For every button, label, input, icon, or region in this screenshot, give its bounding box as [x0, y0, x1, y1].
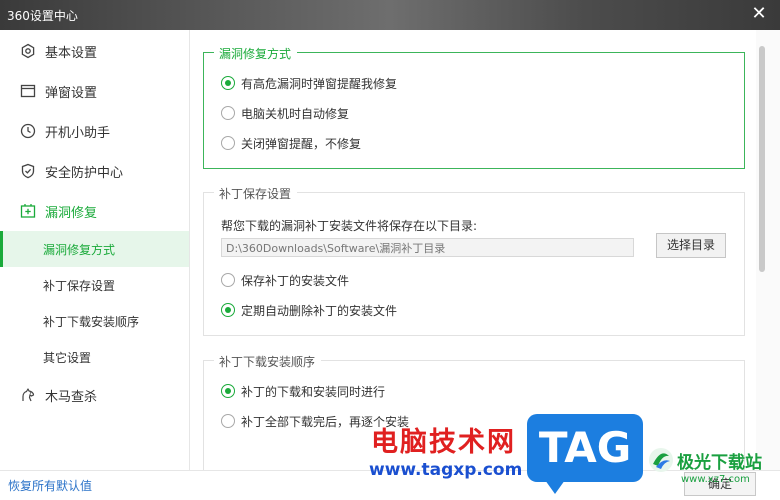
radio-label: 关闭弹窗提醒，不修复	[241, 136, 362, 151]
radio-no-prompt[interactable]: 关闭弹窗提醒，不修复	[221, 134, 361, 152]
horse-icon	[19, 386, 37, 404]
radio-label: 电脑关机时自动修复	[241, 106, 350, 121]
patch-save-description: 帮您下载的漏洞补丁安装文件将保存在以下目录:	[221, 219, 478, 233]
radio-label: 补丁的下载和安装同时进行	[241, 384, 386, 399]
sidebar-subitem-label: 补丁下载安装顺序	[43, 314, 140, 329]
radio-high-risk-prompt[interactable]: 有高危漏洞时弹窗提醒我修复	[221, 74, 397, 92]
radio-button[interactable]	[221, 76, 235, 90]
scrollbar-thumb[interactable]	[759, 46, 765, 272]
ok-button[interactable]: 确定	[684, 472, 756, 496]
sidebar-item-label: 开机小助手	[45, 125, 111, 141]
radio-download-then-install[interactable]: 补丁全部下载完后，再逐个安装	[221, 412, 409, 430]
group-title: 漏洞修复方式	[214, 45, 298, 62]
sidebar-subitem-other-settings[interactable]: 其它设置	[0, 339, 189, 375]
repair-mode-group: 漏洞修复方式 有高危漏洞时弹窗提醒我修复 电脑关机时自动修复 关闭弹窗提醒，不修…	[203, 45, 745, 169]
plus-square-icon	[19, 202, 37, 220]
sidebar-item-label: 基本设置	[45, 45, 98, 61]
hexagon-gear-icon	[19, 42, 37, 60]
sidebar-item-boot-assistant[interactable]: 开机小助手	[0, 112, 189, 150]
radio-button[interactable]	[221, 303, 235, 317]
title-bar: 360设置中心 ✕	[0, 0, 780, 30]
close-icon[interactable]: ✕	[748, 3, 770, 25]
sidebar-item-trojan-scan[interactable]: 木马查杀	[0, 376, 189, 414]
radio-button[interactable]	[221, 384, 235, 398]
sidebar-item-popup-settings[interactable]: 弹窗设置	[0, 72, 189, 110]
settings-content: 漏洞修复方式 有高危漏洞时弹窗提醒我修复 电脑关机时自动修复 关闭弹窗提醒，不修…	[191, 30, 754, 470]
patch-save-group: 补丁保存设置 帮您下载的漏洞补丁安装文件将保存在以下目录: 选择目录 保存补丁的…	[203, 185, 745, 336]
sidebar-subitem-repair-mode[interactable]: 漏洞修复方式	[0, 231, 189, 267]
footer-bar: 恢复所有默认值 确定	[0, 470, 780, 500]
sidebar-subitem-download-order[interactable]: 补丁下载安装顺序	[0, 303, 189, 339]
radio-button[interactable]	[221, 106, 235, 120]
sidebar-item-label: 安全防护中心	[45, 165, 124, 181]
radio-label: 有高危漏洞时弹窗提醒我修复	[241, 76, 398, 91]
clock-icon	[19, 122, 37, 140]
sidebar-subitem-label: 其它设置	[43, 350, 92, 365]
restore-defaults-link[interactable]: 恢复所有默认值	[8, 477, 92, 494]
patch-path-field[interactable]	[221, 238, 634, 257]
choose-directory-button[interactable]: 选择目录	[656, 233, 726, 258]
radio-label: 定期自动删除补丁的安装文件	[241, 303, 398, 318]
radio-download-install-parallel[interactable]: 补丁的下载和安装同时进行	[221, 382, 385, 400]
sidebar: 基本设置 弹窗设置 开机小助手 安全防护中心 漏洞修复 漏洞修复方式 补丁保存设…	[0, 30, 190, 470]
sidebar-item-label: 木马查杀	[45, 389, 98, 405]
sidebar-subitem-patch-save[interactable]: 补丁保存设置	[0, 267, 189, 303]
shield-icon	[19, 162, 37, 180]
group-title: 补丁下载安装顺序	[214, 353, 322, 370]
radio-button[interactable]	[221, 414, 235, 428]
radio-label: 保存补丁的安装文件	[241, 273, 350, 288]
radio-button[interactable]	[221, 273, 235, 287]
radio-auto-delete-patch-files[interactable]: 定期自动删除补丁的安装文件	[221, 301, 397, 319]
vertical-scrollbar[interactable]	[756, 30, 780, 470]
sidebar-item-security-center[interactable]: 安全防护中心	[0, 152, 189, 190]
radio-button[interactable]	[221, 136, 235, 150]
sidebar-subitem-label: 补丁保存设置	[43, 278, 116, 293]
sidebar-item-label: 漏洞修复	[45, 205, 98, 221]
sidebar-item-label: 弹窗设置	[45, 85, 98, 101]
download-order-group: 补丁下载安装顺序 补丁的下载和安装同时进行 补丁全部下载完后，再逐个安装	[203, 353, 745, 470]
radio-keep-patch-files[interactable]: 保存补丁的安装文件	[221, 271, 349, 289]
sidebar-item-vuln-repair[interactable]: 漏洞修复	[0, 192, 189, 230]
sidebar-subitem-label: 漏洞修复方式	[43, 242, 116, 257]
group-title: 补丁保存设置	[214, 185, 298, 202]
window-title: 360设置中心	[7, 9, 78, 23]
radio-fix-on-shutdown[interactable]: 电脑关机时自动修复	[221, 104, 349, 122]
radio-label: 补丁全部下载完后，再逐个安装	[241, 414, 410, 429]
window-icon	[19, 82, 37, 100]
sidebar-item-basic-settings[interactable]: 基本设置	[0, 32, 189, 70]
